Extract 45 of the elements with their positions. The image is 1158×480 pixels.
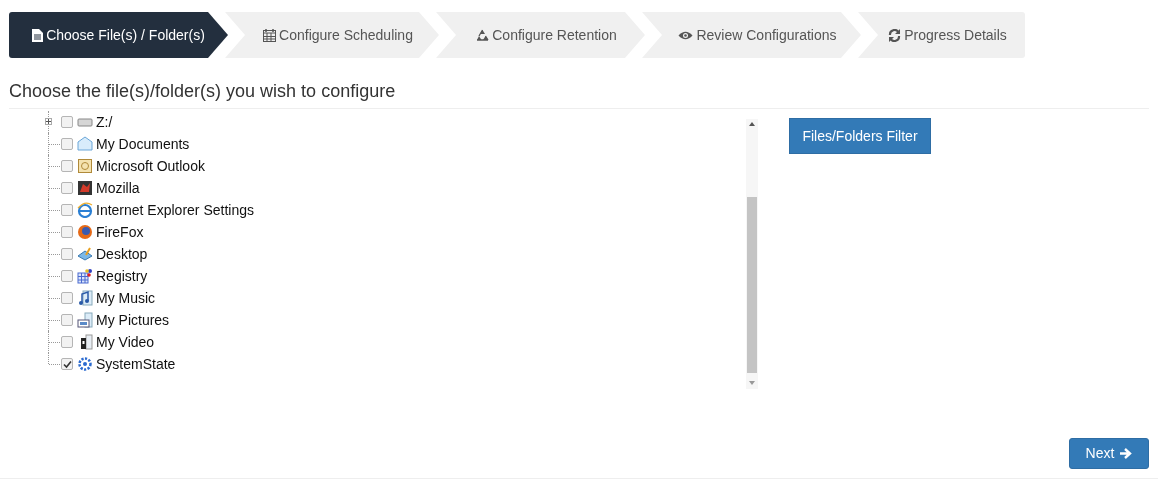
wizard-step[interactable]: Review Configurations: [642, 12, 861, 58]
wizard-step[interactable]: Configure Retention: [436, 12, 645, 58]
checkbox[interactable]: [61, 204, 73, 216]
tree-item-label[interactable]: FireFox: [96, 221, 144, 243]
desktop-icon: [77, 246, 93, 262]
wizard-step[interactable]: Configure Scheduling: [225, 12, 439, 58]
checkbox[interactable]: [61, 358, 73, 370]
wizard-step[interactable]: Progress Details: [858, 12, 1025, 58]
tree-item-label[interactable]: Desktop: [96, 243, 148, 265]
expand-toggle[interactable]: [45, 118, 52, 125]
tree-item-label[interactable]: Z:/: [96, 111, 113, 133]
refresh-icon: [888, 28, 902, 42]
tree-item-label[interactable]: Registry: [96, 265, 148, 287]
registry-icon: [77, 268, 93, 284]
eye-icon: [678, 29, 694, 41]
files-folders-filter-button[interactable]: Files/Folders Filter: [789, 118, 931, 154]
arrow-right-icon: [1120, 448, 1133, 459]
checkbox[interactable]: [61, 314, 73, 326]
checkbox[interactable]: [61, 270, 73, 282]
checkbox[interactable]: [61, 336, 73, 348]
tree-item-label[interactable]: SystemState: [96, 353, 176, 375]
checkbox[interactable]: [61, 116, 73, 128]
checkbox[interactable]: [61, 248, 73, 260]
tree-item-label[interactable]: Microsoft Outlook: [96, 155, 205, 177]
wizard-step[interactable]: Choose File(s) / Folder(s): [9, 12, 228, 58]
checkbox[interactable]: [61, 160, 73, 172]
page-heading: Choose the file(s)/folder(s) you wish to configure: [9, 80, 397, 102]
picture-folder-icon: [77, 312, 93, 328]
tree-item-label[interactable]: Internet Explorer Settings: [96, 199, 254, 221]
scrollbar[interactable]: [746, 119, 758, 389]
tree-item-label[interactable]: My Pictures: [96, 309, 170, 331]
tree-item-label[interactable]: My Video: [96, 331, 155, 353]
tree-item-label[interactable]: Mozilla: [96, 177, 140, 199]
checkbox[interactable]: [61, 292, 73, 304]
checkbox[interactable]: [61, 182, 73, 194]
document-icon: [32, 28, 44, 42]
tree-item-label[interactable]: My Documents: [96, 133, 190, 155]
music-icon: [77, 290, 93, 306]
calendar-icon: [263, 28, 277, 42]
checkbox[interactable]: [61, 226, 73, 238]
next-button[interactable]: Next: [1069, 438, 1149, 469]
gear-icon: [77, 356, 93, 372]
tree-item-label[interactable]: My Music: [96, 287, 156, 309]
checkbox[interactable]: [61, 138, 73, 150]
browser-icon: [77, 202, 93, 218]
